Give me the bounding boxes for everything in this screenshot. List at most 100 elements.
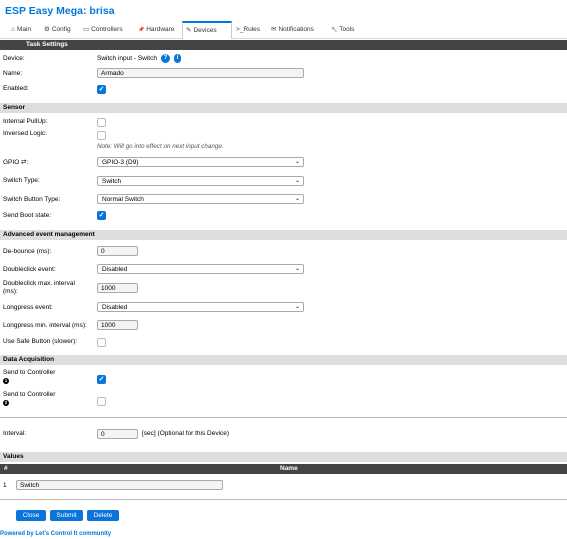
gpio-select[interactable]: GPIO-3 (D9) ⌄ (97, 157, 304, 167)
switch-type-select[interactable]: Switch ⌄ (97, 176, 304, 186)
values-header: Values (0, 452, 567, 462)
sensor-header: Sensor (0, 103, 567, 113)
chevron-down-icon: ⌄ (294, 196, 300, 202)
tab-label: Devices (193, 27, 217, 34)
controller-number-2: 2 (3, 400, 9, 406)
send-boot-label: Send Boot state: (3, 212, 52, 219)
tab-hardware[interactable]: 📌 Hardware (135, 23, 177, 37)
controller-number-1: 1 (3, 378, 9, 384)
tab-notifications[interactable]: ✉ Notifications (268, 23, 317, 37)
send-controller-2-checkbox[interactable] (97, 397, 106, 406)
controller-icon: ▭ (83, 26, 90, 33)
note-text: Note: Will go into effect on next input … (97, 143, 224, 150)
close-button[interactable]: Close (16, 510, 46, 521)
device-label: Device: (3, 55, 25, 62)
tab-devices[interactable]: ✎ Devices (182, 21, 232, 39)
advanced-header: Advanced event management (0, 230, 567, 240)
tab-label: Hardware (146, 26, 175, 33)
pencil-icon: ✎ (186, 27, 192, 34)
submit-button[interactable]: Submit (50, 510, 83, 521)
tab-tools[interactable]: 🔧 Tools (328, 23, 357, 37)
send-controller-1-label: Send to Controller 1 (3, 369, 55, 385)
tab-label: Rules (243, 26, 261, 33)
help-icon[interactable]: ? (161, 54, 170, 63)
section-title: Task Settings (26, 41, 68, 48)
home-icon: ⌂ (11, 26, 15, 33)
inversed-label: Inversed Logic: (3, 130, 48, 137)
send-controller-2-label: Send to Controller 2 (3, 391, 55, 407)
col-name: Name (280, 465, 298, 472)
tab-bar: ⌂ Main ⚙ Config ▭ Controllers 📌 Hardware ✎ De… (0, 21, 567, 39)
chevron-down-icon: ⌄ (294, 159, 300, 165)
mail-icon: ✉ (271, 26, 277, 33)
switch-type-label: Switch Type: (3, 177, 40, 184)
switch-button-type-select[interactable]: Normal Switch ⌄ (97, 194, 304, 204)
enabled-checkbox[interactable]: ✓ (97, 85, 106, 94)
select-value: Normal Switch (102, 196, 144, 203)
divider (0, 417, 567, 418)
doubleclick-select[interactable]: Disabled ⌄ (97, 264, 304, 274)
longpress-min-input[interactable]: 1000 (97, 320, 138, 330)
values-table-header: # Name (0, 464, 567, 474)
section-title: Data Acquisition (3, 356, 55, 363)
inversed-checkbox[interactable] (97, 131, 106, 140)
delete-button[interactable]: Delete (87, 510, 119, 521)
enabled-label: Enabled: (3, 85, 29, 92)
tab-config[interactable]: ⚙ Config (41, 23, 74, 37)
info-icon[interactable]: i (174, 54, 181, 63)
select-value: Disabled (102, 266, 128, 273)
select-value: GPIO-3 (D9) (102, 159, 139, 166)
select-value: Disabled (102, 304, 128, 311)
interval-note: [sec] (Optional for this Device) (142, 430, 230, 437)
task-settings-header: Task Settings (0, 40, 567, 50)
send-controller-1-checkbox[interactable]: ✓ (97, 375, 106, 384)
wrench-icon: 🔧 (331, 27, 338, 33)
debounce-input[interactable]: 0 (97, 246, 138, 256)
tab-label: Config (51, 26, 71, 33)
name-label: Name: (3, 70, 23, 77)
tab-label: Notifications (278, 26, 314, 33)
switch-button-type-label: Switch Button Type: (3, 196, 61, 203)
longpress-label: Longpress event: (3, 304, 53, 311)
row-num: 1 (3, 482, 7, 489)
value-name-input[interactable]: Switch (16, 480, 223, 490)
label-line: (ms): (3, 288, 18, 295)
tab-label: Main (16, 26, 32, 33)
chevron-down-icon: ⌄ (294, 304, 300, 310)
gear-icon: ⚙ (44, 26, 50, 33)
doubleclick-max-input[interactable]: 1000 (97, 283, 138, 293)
label-text: Send to Controller (3, 391, 56, 398)
data-acquisition-header: Data Acquisition (0, 355, 567, 365)
pullup-label: Internal PullUp: (3, 118, 48, 125)
tab-label: Tools (339, 26, 355, 33)
divider (0, 499, 567, 500)
section-title: Advanced event management (3, 231, 95, 238)
pin-icon: 📌 (138, 27, 145, 33)
safe-button-label: Use Safe Button (slower): (3, 338, 78, 345)
gpio-label: GPIO ⇄: (3, 159, 29, 166)
chevron-down-icon: ⌄ (294, 266, 300, 272)
tab-controllers[interactable]: ▭ Controllers (80, 23, 126, 37)
section-title: Values (3, 453, 24, 460)
select-value: Switch (102, 178, 122, 185)
device-value: Switch input - Switch (97, 55, 157, 62)
longpress-select[interactable]: Disabled ⌄ (97, 302, 304, 312)
safe-button-checkbox[interactable] (97, 338, 106, 347)
interval-input[interactable]: 0 (97, 429, 138, 439)
col-num: # (4, 465, 8, 472)
name-input[interactable]: Armado (97, 68, 304, 78)
tab-main[interactable]: ⌂ Main (8, 23, 34, 37)
send-boot-checkbox[interactable]: ✓ (97, 211, 106, 220)
longpress-min-label: Longpress min. interval (ms): (3, 322, 87, 329)
app-title: ESP Easy Mega: brisa (5, 5, 115, 17)
interval-label: Interval: (3, 430, 27, 437)
doubleclick-max-label: Doubleclick max. interval (ms): (3, 280, 75, 296)
tab-label: Controllers (91, 26, 123, 33)
debounce-label: De-bounce (ms): (3, 248, 52, 255)
label-text: Send to Controller (3, 369, 56, 376)
pullup-checkbox[interactable] (97, 118, 106, 127)
doubleclick-label: Doubleclick event: (3, 266, 56, 273)
chevron-down-icon: ⌄ (294, 178, 300, 184)
tab-rules[interactable]: >_Rules (233, 23, 263, 37)
footer-link[interactable]: Powered by Let's Control It community (0, 531, 111, 537)
